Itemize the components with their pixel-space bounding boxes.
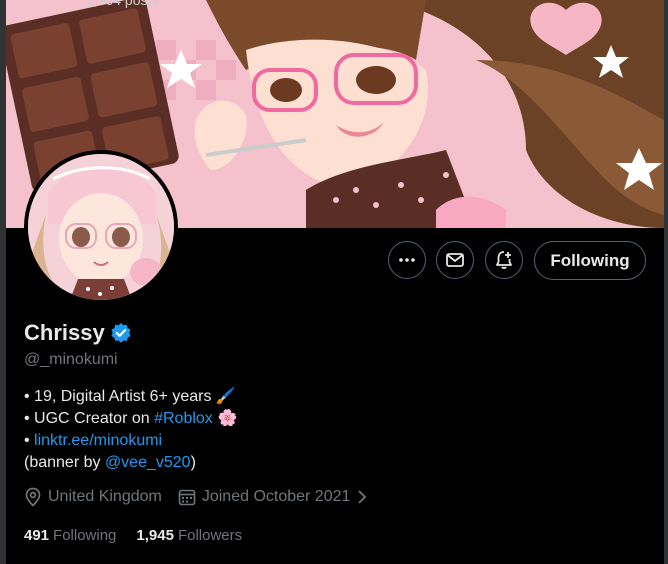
location-text: United Kingdom — [48, 488, 162, 505]
profile-bio: • 19, Digital Artist 6+ years 🖌️ • UGC C… — [24, 386, 238, 474]
bio-line-4-prefix: (banner by — [24, 454, 105, 471]
profile-name-row: Chrissy — [24, 320, 132, 346]
followers-label[interactable]: Followers — [178, 527, 242, 544]
banner-posts-count: 2,364 posts — [86, 0, 159, 8]
hashtag-roblox-link[interactable]: #Roblox — [154, 408, 213, 430]
notify-button[interactable] — [485, 241, 523, 279]
bio-line-1-text: • 19, Digital Artist 6+ years — [24, 388, 212, 405]
bio-line-2: • UGC Creator on #Roblox 🌸 — [24, 408, 238, 430]
mail-icon — [446, 253, 464, 267]
bell-plus-icon — [496, 251, 512, 269]
avatar-illustration — [28, 154, 174, 300]
more-button[interactable] — [388, 241, 426, 279]
chevron-right-icon — [358, 490, 367, 504]
flower-emoji: 🌸 — [217, 410, 238, 427]
calendar-icon — [178, 489, 196, 506]
window-frame-right — [664, 0, 668, 564]
paintbrush-emoji: 🖌️ — [215, 388, 236, 405]
bio-line-4-suffix: ) — [190, 454, 196, 471]
avatar[interactable] — [24, 150, 178, 304]
bio-line-4: (banner by @vee_v520 ) — [24, 452, 238, 474]
joined-item[interactable]: Joined October 2021 — [178, 488, 369, 506]
message-button[interactable] — [436, 241, 474, 279]
following-count[interactable]: 491 — [24, 527, 49, 544]
following-label[interactable]: Following — [53, 527, 116, 544]
joined-date-text: Joined October 2021 — [201, 488, 351, 505]
bio-line-3-bullet: • — [24, 432, 35, 449]
verified-badge-icon[interactable] — [110, 322, 132, 344]
location-pin-icon — [25, 487, 41, 507]
bio-line-2-text: • UGC Creator on — [24, 410, 155, 427]
display-name: Chrissy — [24, 320, 105, 345]
location-item: United Kingdom — [24, 487, 162, 507]
follow-counts: 491 Following 1,945 Followers — [24, 527, 262, 544]
profile-meta: United Kingdom Joined October 2021 — [24, 487, 384, 507]
profile-handle: @_minokumi — [24, 351, 118, 368]
linktree-link[interactable]: linktr.ee/minokumi — [34, 430, 162, 452]
bio-line-3: • linktr.ee/minokumi — [24, 430, 238, 452]
followers-count[interactable]: 1,945 — [136, 527, 174, 544]
following-button[interactable]: Following — [534, 241, 646, 280]
more-icon — [399, 258, 415, 262]
bio-line-1: • 19, Digital Artist 6+ years 🖌️ — [24, 386, 238, 408]
banner-artist-mention[interactable]: @vee_v520 — [105, 452, 191, 474]
